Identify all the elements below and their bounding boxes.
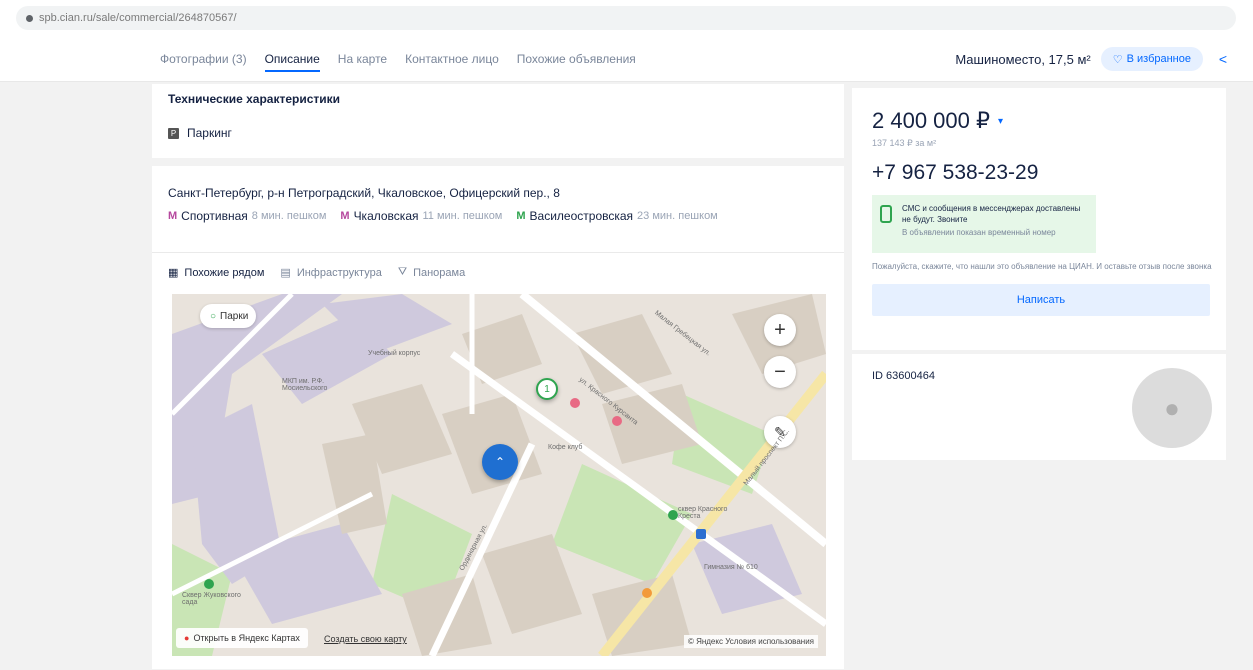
location-pin-icon[interactable]: ⌃	[482, 444, 518, 480]
section-navigation: Фотографии (3) Описание На карте Контакт…	[0, 36, 1253, 82]
map-label: Учебный корпус	[368, 350, 421, 357]
parking-icon: P	[168, 127, 179, 139]
sms-warning-subtext: В объявлении показан временный номер	[902, 228, 1056, 237]
phone-number[interactable]: +7 967 538-23-29	[872, 161, 1206, 185]
cluster-marker[interactable]: 1	[536, 378, 558, 400]
write-message-button[interactable]: Написать	[872, 284, 1210, 316]
divider	[152, 252, 844, 253]
poi-green-icon[interactable]	[668, 510, 678, 520]
create-map-link[interactable]: Создать свою карту	[324, 634, 407, 644]
tab-description[interactable]: Описание	[264, 36, 321, 82]
favorite-label: В избранное	[1126, 53, 1191, 65]
chevron-down-icon[interactable]: ▾	[998, 116, 1003, 127]
tab-photos[interactable]: Фотографии (3)	[160, 36, 247, 82]
park-filter-label: Парки	[220, 310, 249, 322]
open-in-yandex-maps-link[interactable]: ● Открыть в Яндекс Картах	[176, 628, 308, 648]
price: 2 400 000 ₽ ▾	[872, 108, 1206, 134]
metro-icon: M	[168, 210, 178, 222]
avatar: ●	[1132, 368, 1212, 448]
panorama-icon: ⛛	[397, 266, 408, 278]
poi-orange-icon[interactable]	[642, 588, 652, 598]
zoom-in-button[interactable]: +	[764, 314, 796, 346]
map-label: Гимназия № 610	[704, 564, 758, 571]
metro-item[interactable]: M Спортивная 8 мин. пешком	[168, 209, 326, 223]
price-value: 2 400 000 ₽	[872, 108, 990, 133]
sms-warning: СМС и сообщения в мессенджерах доставлен…	[872, 195, 1096, 253]
metro-item[interactable]: M Чкаловская 11 мин. пешком	[340, 209, 502, 223]
metro-icon: M	[516, 210, 526, 222]
tech-item-parking: P Паркинг	[168, 126, 828, 140]
metro-name: Василеостровская	[529, 209, 634, 223]
map-tab-label: Похожие рядом	[184, 266, 265, 279]
tab-similar[interactable]: Похожие объявления	[517, 36, 636, 82]
map-label: Кофе клуб	[548, 444, 583, 451]
nav-right: Машиноместо, 17,5 м² ♡ В избранное <	[955, 36, 1233, 82]
favorite-button[interactable]: ♡ В избранное	[1100, 47, 1203, 71]
map-label: Сквер Жуковского сада	[182, 592, 241, 606]
map-tab-infrastructure[interactable]: ▤ Инфраструктура	[280, 266, 382, 280]
mobile-phone-icon	[880, 205, 892, 223]
user-icon: ●	[1164, 392, 1180, 423]
metro-name: Чкаловская	[353, 209, 419, 223]
bus-icon: ▤	[280, 267, 291, 279]
metro-name: Спортивная	[181, 209, 248, 223]
map-tab-label: Панорама	[413, 266, 466, 279]
poi-red-icon[interactable]	[570, 398, 580, 408]
metro-list: M Спортивная 8 мин. пешком M Чкаловская …	[168, 209, 828, 223]
map-tab-label: Инфраструктура	[296, 266, 382, 279]
metro-icon: M	[340, 210, 350, 222]
listing-title: Машиноместо, 17,5 м²	[955, 51, 1091, 67]
park-filter-button[interactable]: ○ Парки	[200, 304, 256, 328]
sms-warning-text: СМС и сообщения в мессенджерах доставлен…	[902, 204, 1081, 224]
tab-map[interactable]: На карте	[338, 36, 387, 82]
yandex-terms-link[interactable]: © Яндекс Условия использования	[683, 635, 818, 648]
price-per-meter: 137 143 ₽ за м²	[872, 138, 937, 148]
nav-tabs: Фотографии (3) Описание На карте Контакт…	[160, 36, 636, 82]
map-tab-panorama[interactable]: ⛛ Панорама	[398, 266, 465, 279]
price-card: 2 400 000 ₽ ▾ 137 143 ₽ за м² +7 967 538…	[852, 88, 1226, 350]
tech-title: Технические характеристики	[168, 92, 341, 106]
lock-icon	[26, 14, 33, 22]
map-pin-icon: ●	[184, 633, 190, 643]
address-text: Санкт-Петербург, р-н Петроградский, Чкал…	[168, 186, 560, 200]
map-label: МКП им. Р.Ф. Мосиельского	[282, 378, 328, 392]
poi-green-icon[interactable]	[204, 579, 214, 589]
seller-card: ID 63600464 ●	[852, 354, 1226, 460]
address-card: Санкт-Петербург, р-н Петроградский, Чкал…	[152, 166, 844, 669]
poi-red-icon[interactable]	[612, 416, 622, 426]
tab-contact[interactable]: Контактное лицо	[405, 36, 499, 82]
zoom-out-button[interactable]: −	[764, 356, 796, 388]
tech-characteristics-card: Технические характеристики P Паркинг	[152, 84, 844, 158]
heart-icon: ♡	[1112, 53, 1123, 66]
url-text: spb.cian.ru/sale/commercial/264870567/	[39, 12, 237, 24]
tech-item-label: Паркинг	[187, 126, 232, 140]
map-tab-similar-nearby[interactable]: ▦ Похожие рядом	[168, 266, 265, 280]
map-tabs: ▦ Похожие рядом ▤ Инфраструктура ⛛ Панор…	[168, 266, 465, 279]
map-label: сквер Красного Креста	[678, 506, 728, 520]
browser-address-bar[interactable]: spb.cian.ru/sale/commercial/264870567/	[0, 0, 1253, 36]
map-view[interactable]: ○ Парки + − ✎ ⌃ 1 Учебный корпус МКП им.…	[172, 294, 826, 656]
contact-note: Пожалуйста, скажите, что нашли это объяв…	[872, 262, 1212, 271]
grid-icon: ▦	[168, 267, 179, 279]
metro-time: 8 мин. пешком	[251, 210, 327, 222]
url-field[interactable]: spb.cian.ru/sale/commercial/264870567/	[16, 6, 1236, 30]
open-maps-label: Открыть в Яндекс Картах	[193, 633, 300, 643]
metro-time: 23 мин. пешком	[637, 210, 718, 222]
cluster-count: 1	[544, 383, 550, 395]
metro-item[interactable]: M Василеостровская 23 мин. пешком	[516, 209, 717, 223]
tree-icon: ○	[210, 310, 217, 322]
metro-time: 11 мин. пешком	[422, 210, 503, 222]
bus-stop-icon[interactable]	[696, 529, 706, 539]
share-icon[interactable]: <	[1213, 49, 1233, 69]
